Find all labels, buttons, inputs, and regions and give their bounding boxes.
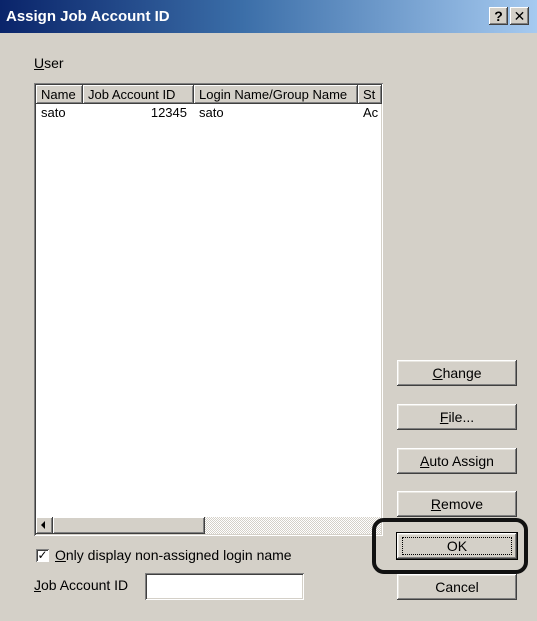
cell-login-name: sato bbox=[199, 105, 224, 120]
help-icon[interactable]: ? bbox=[489, 7, 508, 25]
list-header: Name Job Account ID Login Name/Group Nam… bbox=[36, 85, 382, 104]
job-account-id-input[interactable] bbox=[145, 573, 304, 600]
cell-name: sato bbox=[41, 105, 66, 120]
change-button[interactable]: Change bbox=[397, 360, 517, 386]
remove-button[interactable]: Remove bbox=[397, 491, 517, 517]
cell-status: Ac bbox=[363, 105, 379, 120]
user-list[interactable]: Name Job Account ID Login Name/Group Nam… bbox=[34, 83, 383, 536]
arrow-left-icon bbox=[41, 521, 45, 529]
only-display-label[interactable]: Only display non-assigned login name bbox=[55, 547, 292, 563]
cell-job-account-id: 12345 bbox=[150, 105, 187, 120]
only-display-checkbox[interactable]: ✓ bbox=[36, 549, 49, 562]
window-title: Assign Job Account ID bbox=[6, 8, 170, 25]
close-icon[interactable]: ✕ bbox=[510, 7, 529, 25]
scrollbar-thumb[interactable] bbox=[53, 517, 205, 534]
column-header-login-name[interactable]: Login Name/Group Name bbox=[194, 85, 358, 104]
user-group-label: User bbox=[34, 55, 64, 71]
auto-assign-button[interactable]: Auto Assign bbox=[397, 448, 517, 474]
cancel-button[interactable]: Cancel bbox=[397, 574, 517, 600]
column-header-job-account-id[interactable]: Job Account ID bbox=[83, 85, 194, 104]
job-account-id-label: Job Account ID bbox=[34, 577, 129, 593]
assign-job-account-dialog: Assign Job Account ID ? ✕ User Name Job … bbox=[0, 0, 537, 621]
scroll-left-button[interactable] bbox=[36, 517, 53, 534]
file-button[interactable]: File... bbox=[397, 404, 517, 430]
table-row[interactable]: sato 12345 sato Ac bbox=[36, 104, 379, 121]
column-header-name[interactable]: Name bbox=[36, 85, 83, 104]
ok-highlight-callout bbox=[372, 518, 528, 574]
horizontal-scrollbar[interactable] bbox=[36, 517, 381, 534]
title-bar: Assign Job Account ID ? ✕ bbox=[0, 0, 537, 33]
column-header-status[interactable]: St bbox=[358, 85, 382, 104]
